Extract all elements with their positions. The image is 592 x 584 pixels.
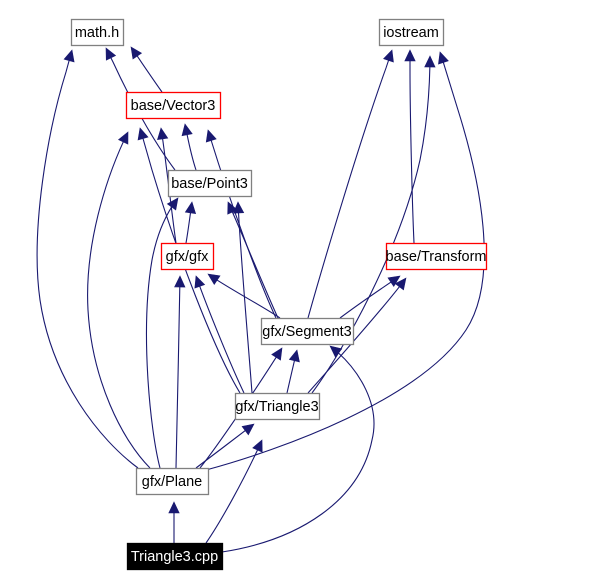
arrowhead-plane-to-gfxgfx: [174, 275, 186, 288]
include-dependency-graph: math.h iostream base/Vector3 base/Point3 gfx…: [0, 0, 592, 584]
arrowhead-root-to-segment3: [329, 345, 343, 358]
arrowhead-point3-to-vector3: [181, 123, 193, 137]
node-label-root: Triangle3.cpp: [131, 549, 218, 565]
edge-plane-to-gfxgfx: [175, 275, 181, 469]
node-vector3[interactable]: base/Vector3: [125, 91, 222, 120]
edges-layer: [36, 46, 485, 553]
arrowhead-gfxgfx-to-point3: [184, 201, 197, 214]
edge-root-to-segment3: [221, 345, 375, 553]
node-label-vector3: base/Vector3: [131, 98, 216, 114]
edge-plane-to-vector3: [87, 131, 151, 469]
arrowhead-plane-to-segment3: [271, 347, 283, 361]
nodes-layer: math.h iostream base/Vector3 base/Point3 gfx…: [70, 18, 488, 571]
node-label-point3: base/Point3: [171, 176, 248, 192]
node-iostream[interactable]: iostream: [378, 18, 445, 47]
arrowhead-triangle3-to-segment3: [288, 349, 300, 363]
arrowhead-root-to-plane: [168, 501, 180, 514]
node-label-transform: base/Transform: [386, 249, 487, 265]
arrowhead-root-to-triangle3: [252, 439, 263, 453]
arrowhead-plane-to-math: [63, 49, 75, 63]
arrowhead-vector3-to-math: [130, 46, 143, 60]
edge-transform-to-iostream: [409, 50, 415, 244]
edge-segment3-to-iostream: [307, 49, 393, 319]
node-label-plane: gfx/Plane: [142, 474, 202, 490]
node-label-iostream: iostream: [383, 25, 439, 41]
node-transform[interactable]: base/Transform: [386, 242, 488, 271]
arrowhead-plane-to-iostream: [438, 51, 449, 65]
arrowhead-segment3-to-gfxgfx: [207, 273, 221, 286]
edge-triangle3-to-gfxgfx: [195, 275, 245, 394]
arrowhead-transform-to-iostream: [404, 49, 416, 62]
arrowhead-triangle3-to-iostream: [424, 55, 436, 68]
arrowhead-triangle3-to-gfxgfx: [194, 275, 206, 289]
node-math[interactable]: math.h: [70, 18, 125, 47]
node-label-segment3: gfx/Segment3: [262, 324, 351, 340]
edge-segment3-to-gfxgfx: [207, 273, 281, 319]
node-triangle3[interactable]: gfx/Triangle3: [234, 392, 321, 421]
node-label-math: math.h: [75, 25, 119, 41]
arrowhead-plane-to-triangle3: [241, 423, 255, 436]
node-point3[interactable]: base/Point3: [167, 169, 253, 198]
arrowhead-gfxgfx-to-vector3: [157, 127, 169, 141]
node-plane[interactable]: gfx/Plane: [135, 467, 210, 496]
arrowhead-triangle3-to-vector3: [137, 127, 149, 141]
node-label-triangle3: gfx/Triangle3: [235, 399, 318, 415]
edge-plane-to-math: [36, 49, 139, 469]
arrowhead-segment3-to-vector3: [205, 129, 217, 143]
arrowhead-segment3-to-iostream: [383, 49, 394, 63]
node-gfxgfx[interactable]: gfx/gfx: [160, 242, 215, 271]
node-root[interactable]: Triangle3.cpp: [126, 542, 224, 571]
node-segment3[interactable]: gfx/Segment3: [260, 317, 355, 346]
node-label-gfxgfx: gfx/gfx: [166, 249, 209, 265]
arrowhead-plane-to-point3: [166, 197, 179, 211]
edge-segment3-to-point3: [227, 201, 279, 319]
edge-plane-to-point3: [145, 197, 179, 469]
dependency-graph-svg: math.h iostream base/Vector3 base/Point3 gfx…: [36, 18, 488, 571]
